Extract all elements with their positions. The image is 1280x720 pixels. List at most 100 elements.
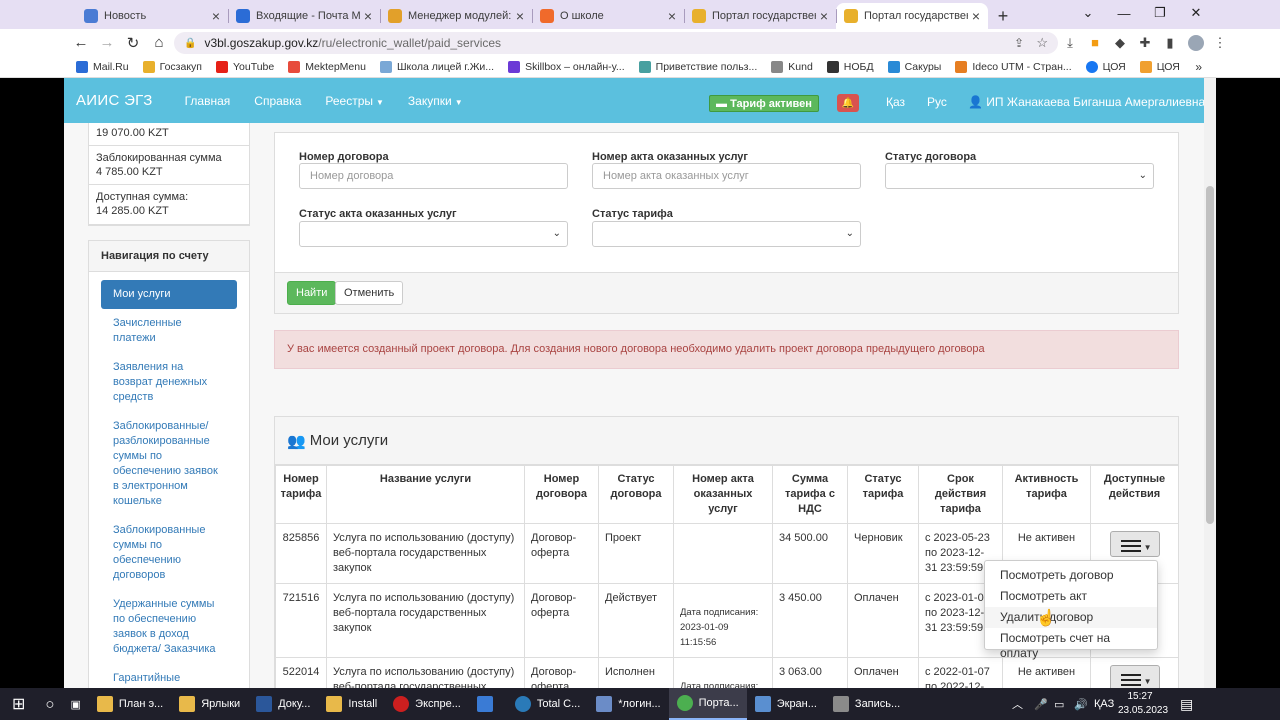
start-button[interactable]: ⊞ — [0, 688, 37, 720]
notifications-icon[interactable]: ▤ — [1180, 688, 1193, 720]
bookmark[interactable]: Приветствие польз... — [638, 60, 757, 73]
nav-dropdown-purchases[interactable]: Закупки ▼ — [408, 94, 463, 108]
browser-tab[interactable]: Менеджер модулей: Меню × — [380, 3, 532, 29]
browser-tab[interactable]: Входящие - Почта Mail.ru × — [228, 3, 380, 29]
contract-status-select[interactable]: ⌄ — [885, 163, 1154, 189]
system-clock[interactable]: 15:27 23.05.2023 — [1118, 690, 1168, 718]
browser-tab[interactable]: О школе × — [532, 3, 684, 29]
user-menu[interactable]: 👤 ИП Жанакаева Биганша Амергалиевна▼ — [968, 95, 1216, 109]
maximize-icon[interactable]: ❐ — [1142, 0, 1178, 26]
extension-ok-icon[interactable]: ■ — [1083, 29, 1107, 56]
taskbar-item-active[interactable]: Порта... — [668, 688, 747, 720]
bookmark[interactable]: Kund — [771, 60, 813, 73]
nav-link-home[interactable]: Главная — [185, 94, 231, 108]
close-tab-icon[interactable]: × — [820, 8, 828, 24]
reload-icon[interactable]: ↻ — [120, 30, 146, 56]
delete-contract-item[interactable]: Удалить договор — [985, 607, 1157, 628]
site-brand[interactable]: АИИС ЭГЗ — [76, 92, 153, 109]
address-bar[interactable]: 🔒 v3bl.goszakup.gov.kz/ru/electronic_wal… — [174, 32, 1058, 54]
close-window-icon[interactable]: ✕ — [1178, 0, 1214, 26]
nav-link-help[interactable]: Справка — [254, 94, 301, 108]
minimize-icon[interactable]: — — [1106, 0, 1142, 26]
taskbar-item[interactable]: Total C... — [507, 688, 588, 720]
sidenav-item-refund-requests[interactable]: Заявления на возврат денежных средств — [101, 353, 237, 412]
input-language[interactable]: ҚАЗ — [1094, 688, 1114, 720]
bookmark[interactable]: ЦОЯ — [1139, 60, 1180, 73]
act-status-select[interactable]: ⌄ — [299, 221, 568, 247]
bookmark[interactable]: Ideco UTM - Стран... — [955, 60, 1072, 73]
scrollbar-thumb[interactable] — [1206, 186, 1214, 524]
close-tab-icon[interactable]: × — [212, 8, 220, 24]
taskbar-item[interactable]: Доку... — [248, 688, 318, 720]
bookmark[interactable]: Школа лицей г.Жи... — [379, 60, 494, 73]
bookmark[interactable]: Skillbox – онлайн-у... — [508, 60, 625, 73]
tray-chevron-icon[interactable]: ︿ — [1012, 688, 1023, 720]
cancel-button[interactable]: Отменить — [335, 281, 404, 305]
actions-menu-button[interactable]: ▼ — [1109, 531, 1160, 557]
page-scrollbar[interactable] — [1204, 78, 1216, 688]
sidepanel-icon[interactable]: ▮ — [1158, 29, 1182, 56]
close-tab-icon[interactable]: × — [972, 8, 980, 24]
sidenav-item-blocked-contracts[interactable]: Заблокированные суммы по обеспечению дог… — [101, 516, 237, 590]
taskbar-item[interactable]: *логин... — [588, 688, 668, 720]
close-tab-icon[interactable]: × — [668, 8, 676, 24]
network-icon[interactable]: ▭ — [1054, 688, 1064, 720]
view-act-item[interactable]: Посмотреть акт — [985, 586, 1157, 607]
bookmark[interactable]: Mail.Ru — [76, 60, 129, 73]
close-tab-icon[interactable]: × — [516, 8, 524, 24]
bookmark[interactable]: ЦОЯ — [1085, 60, 1126, 73]
taskbar-item[interactable]: Ярлыки — [171, 688, 248, 720]
taskbar-item[interactable] — [469, 688, 507, 720]
more-bookmarks-icon[interactable]: » — [1195, 60, 1202, 74]
taskbar-item[interactable]: Экспре... — [385, 688, 469, 720]
sidenav-item-guarantees[interactable]: Гарантийные обязательства — [101, 664, 237, 688]
browser-tab[interactable]: Новость × — [76, 3, 228, 29]
act-number-input[interactable]: Номер акта оказанных услуг — [592, 163, 861, 189]
new-tab-button[interactable]: + — [988, 3, 1018, 29]
taskbar-item[interactable]: Install — [318, 688, 385, 720]
nav-dropdown-registries[interactable]: Реестры ▼ — [325, 94, 384, 108]
lang-kz-link[interactable]: Қаз — [886, 95, 905, 109]
tariff-active-badge[interactable]: ▬ Тариф активен — [709, 95, 819, 112]
profile-avatar[interactable] — [1184, 29, 1208, 56]
browser-tab-active[interactable]: Портал государственных × — [836, 3, 988, 29]
back-icon[interactable]: ← — [68, 30, 94, 56]
share-icon[interactable]: ⇪ — [1014, 36, 1024, 50]
close-tab-icon[interactable]: × — [364, 8, 372, 24]
taskbar-item[interactable]: Запись... — [825, 688, 908, 720]
volume-icon[interactable]: 🔊 — [1074, 688, 1088, 720]
puzzle-icon[interactable]: ✚ — [1133, 29, 1157, 56]
actions-menu-button[interactable]: ▼ — [1109, 665, 1160, 688]
forward-icon[interactable]: → — [94, 30, 120, 56]
extension-icon[interactable]: ◆ — [1108, 29, 1132, 56]
bookmark[interactable]: Сакуры — [887, 60, 941, 73]
view-invoice-item[interactable]: Посмотреть счет на оплату — [985, 628, 1157, 660]
browser-tab[interactable]: Портал государственных × — [684, 3, 836, 29]
lang-ru-link[interactable]: Рус — [927, 95, 947, 109]
tab-title: Менеджер модулей: Меню — [408, 10, 512, 22]
sidenav-item-withheld-amounts[interactable]: Удержанные суммы по обеспечению заявок в… — [101, 590, 237, 664]
task-view-button[interactable]: ▣ — [62, 688, 88, 720]
taskbar-item[interactable]: Экран... — [747, 688, 825, 720]
view-contract-item[interactable]: Посмотреть договор — [985, 565, 1157, 586]
download-icon[interactable]: ⤓ — [1058, 29, 1082, 56]
home-icon[interactable]: ⌂ — [146, 30, 172, 56]
sidenav-item-blocked-bids[interactable]: Заблокированные/ разблокированные суммы … — [101, 412, 237, 516]
browser-menu-icon[interactable]: ⋮ — [1208, 29, 1232, 56]
bookmark[interactable]: YouTube — [215, 60, 274, 73]
taskbar-item[interactable]: План э... — [89, 688, 171, 720]
bookmark[interactable]: Госзакуп — [142, 60, 202, 73]
bookmark[interactable]: MektepMenu — [288, 60, 366, 73]
taskbar-label: Порта... — [698, 697, 739, 709]
tab-search-icon[interactable]: ⌄ — [1070, 0, 1106, 26]
bookmark[interactable]: НОБД — [826, 60, 874, 73]
tariff-status-select[interactable]: ⌄ — [592, 221, 861, 247]
bookmark-star-icon[interactable]: ☆ — [1036, 35, 1048, 51]
notification-bell-icon[interactable]: 🔔 — [837, 94, 859, 112]
sidenav-item-credited-payments[interactable]: Зачисленные платежи — [101, 309, 237, 353]
search-button[interactable]: ○ — [37, 688, 62, 720]
sidenav-item-my-services[interactable]: Мои услуги — [101, 280, 237, 309]
contract-number-input[interactable]: Номер договора — [299, 163, 568, 189]
microphone-icon[interactable]: 🎤 — [1034, 688, 1048, 720]
find-button[interactable]: Найти — [287, 281, 337, 305]
